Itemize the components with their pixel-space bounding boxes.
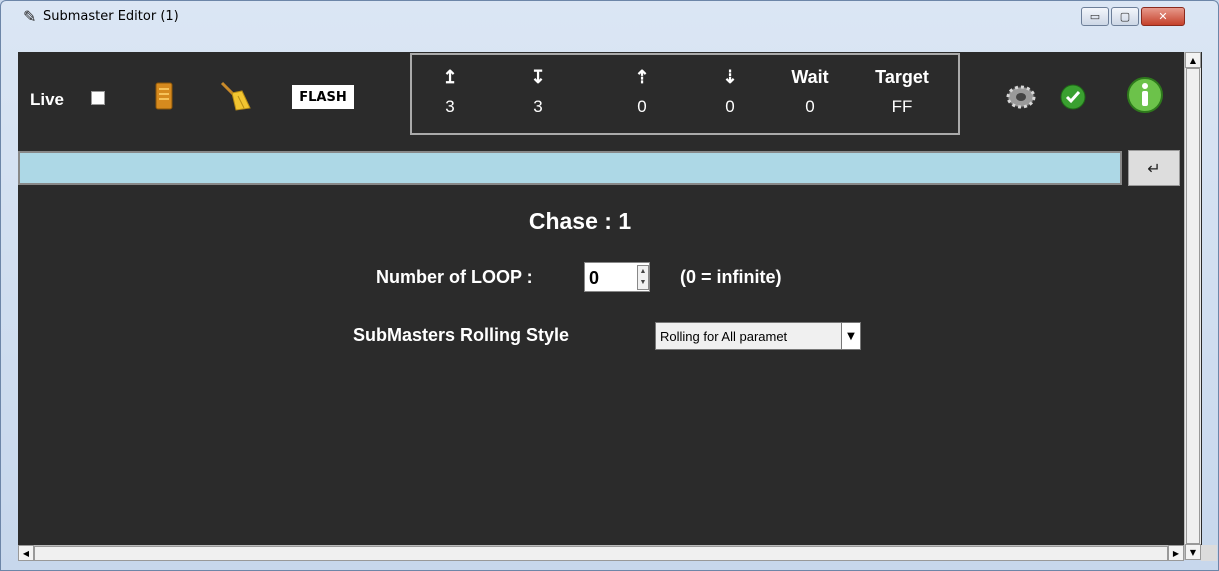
target-header: Target xyxy=(875,66,929,87)
stat-value: FF xyxy=(891,97,913,116)
broom-icon[interactable] xyxy=(218,80,252,116)
spin-buttons[interactable]: ▲ ▼ xyxy=(637,265,649,290)
feather-icon: ✎ xyxy=(23,7,37,26)
scroll-up-icon[interactable]: ▲ xyxy=(1185,52,1201,68)
toolbar: Live FLASH ↥ 3 ↧ 3 ⇡ 0 ⇣ 0 Wait 0 Target… xyxy=(18,52,1202,148)
stat-value: 3 xyxy=(533,97,543,116)
down-arrow-icon: ↧ xyxy=(530,66,546,87)
info-icon[interactable] xyxy=(1126,76,1164,118)
stat-value: 0 xyxy=(637,97,647,116)
live-label: Live xyxy=(30,90,65,109)
minimize-icon: ▭ xyxy=(1089,10,1101,23)
stat-fade-out: ↧ 3 xyxy=(508,63,568,117)
loop-count-spinbox[interactable]: 0 ▲ ▼ xyxy=(584,262,650,292)
stat-wait: Wait 0 xyxy=(780,63,840,117)
enter-icon: ↵ xyxy=(1147,158,1161,178)
scroll-down-icon[interactable]: ▼ xyxy=(1185,544,1201,560)
stat-delay-in: ⇡ 0 xyxy=(612,63,672,117)
stat-delay-out: ⇣ 0 xyxy=(700,63,760,117)
command-input[interactable] xyxy=(18,151,1122,185)
chase-title: Chase : 1 xyxy=(528,208,632,234)
up-arrow-icon: ↥ xyxy=(442,66,458,87)
maximize-icon: ▢ xyxy=(1119,10,1131,23)
title-bar[interactable]: ✎ Submaster Editor (1) ▭ ▢ ✕ xyxy=(1,1,1218,31)
loop-label: Number of LOOP : xyxy=(376,267,533,287)
stat-value: 3 xyxy=(445,97,455,116)
stat-fade-in: ↥ 3 xyxy=(420,63,480,117)
editor-panel: Live FLASH ↥ 3 ↧ 3 ⇡ 0 ⇣ 0 Wait 0 Target… xyxy=(18,52,1202,560)
live-checkbox[interactable] xyxy=(91,91,105,105)
scroll-left-icon[interactable]: ◀ xyxy=(18,545,34,561)
memory-card-icon[interactable] xyxy=(155,82,173,114)
horizontal-scrollbar[interactable]: ◀ ▶ xyxy=(18,545,1184,561)
dotted-up-arrow-icon: ⇡ xyxy=(634,66,650,87)
scroll-right-icon[interactable]: ▶ xyxy=(1168,545,1184,561)
stat-value: 0 xyxy=(805,97,815,116)
dotted-down-arrow-icon: ⇣ xyxy=(722,66,738,87)
stat-target: Target FF xyxy=(864,63,940,117)
loop-count-value: 0 xyxy=(589,268,600,288)
stats-panel: ↥ 3 ↧ 3 ⇡ 0 ⇣ 0 Wait 0 Target FF xyxy=(410,53,960,135)
close-icon: ✕ xyxy=(1158,10,1168,23)
rolling-style-label: SubMasters Rolling Style xyxy=(353,325,570,345)
command-row: ↵ xyxy=(18,150,1202,187)
check-circle-icon[interactable] xyxy=(1060,84,1086,114)
close-button[interactable]: ✕ xyxy=(1141,7,1185,26)
spin-up-icon[interactable]: ▲ xyxy=(638,266,648,277)
vertical-scroll-thumb[interactable] xyxy=(1186,68,1200,544)
rolling-style-select[interactable]: Rolling for All paramet ▼ xyxy=(655,322,861,350)
stat-value: 0 xyxy=(725,97,735,116)
spin-down-icon[interactable]: ▼ xyxy=(638,277,648,288)
horizontal-scroll-thumb[interactable] xyxy=(34,546,1168,561)
gear-icon[interactable] xyxy=(1006,84,1036,114)
chevron-down-icon[interactable]: ▼ xyxy=(841,323,860,349)
loop-hint: (0 = infinite) xyxy=(680,267,782,287)
vertical-scrollbar[interactable]: ▲ ▼ xyxy=(1184,52,1201,560)
flash-button[interactable]: FLASH xyxy=(292,85,354,109)
maximize-button[interactable]: ▢ xyxy=(1111,7,1139,26)
minimize-button[interactable]: ▭ xyxy=(1081,7,1109,26)
enter-button[interactable]: ↵ xyxy=(1128,150,1180,186)
wait-header: Wait xyxy=(791,66,829,87)
window-title: Submaster Editor (1) xyxy=(43,9,179,24)
rolling-style-value: Rolling for All paramet xyxy=(660,329,788,344)
resize-grip[interactable] xyxy=(1201,545,1217,561)
